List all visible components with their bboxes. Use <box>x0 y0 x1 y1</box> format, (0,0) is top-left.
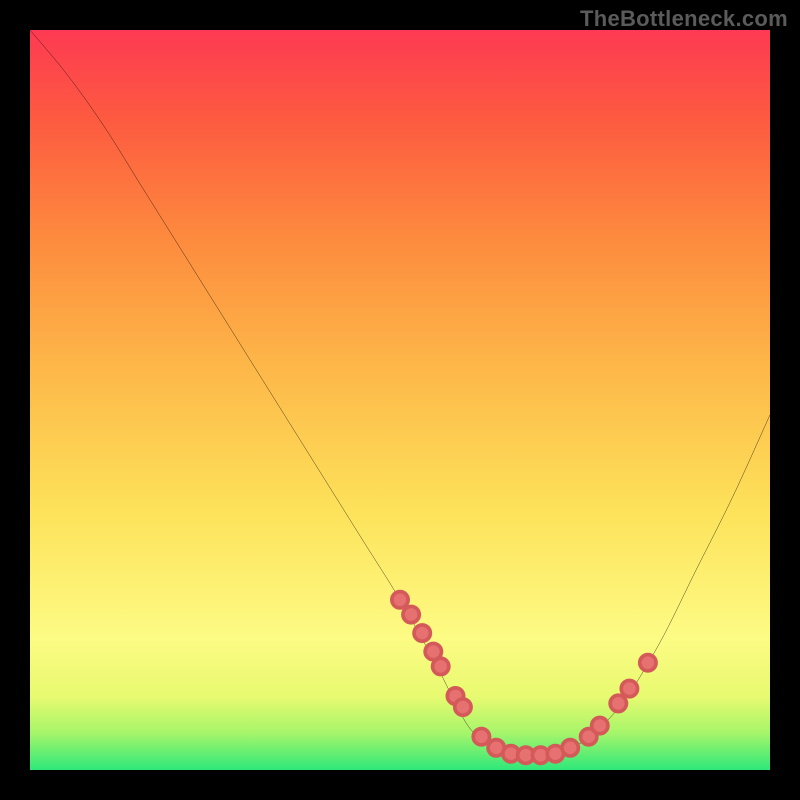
highlight-dot <box>610 695 626 711</box>
watermark-label: TheBottleneck.com <box>580 6 788 32</box>
highlight-dot <box>392 592 408 608</box>
curve-svg <box>30 30 770 770</box>
plot-area <box>30 30 770 770</box>
highlight-dots <box>392 592 656 764</box>
highlight-dot <box>562 740 578 756</box>
chart-frame: TheBottleneck.com <box>0 0 800 800</box>
highlight-dot <box>414 625 430 641</box>
highlight-dot <box>621 680 637 696</box>
highlight-dot <box>403 606 419 622</box>
highlight-dot <box>473 729 489 745</box>
bottleneck-curve <box>30 30 770 757</box>
highlight-dot <box>592 717 608 733</box>
highlight-dot <box>433 658 449 674</box>
highlight-dot <box>455 699 471 715</box>
highlight-dot <box>640 655 656 671</box>
